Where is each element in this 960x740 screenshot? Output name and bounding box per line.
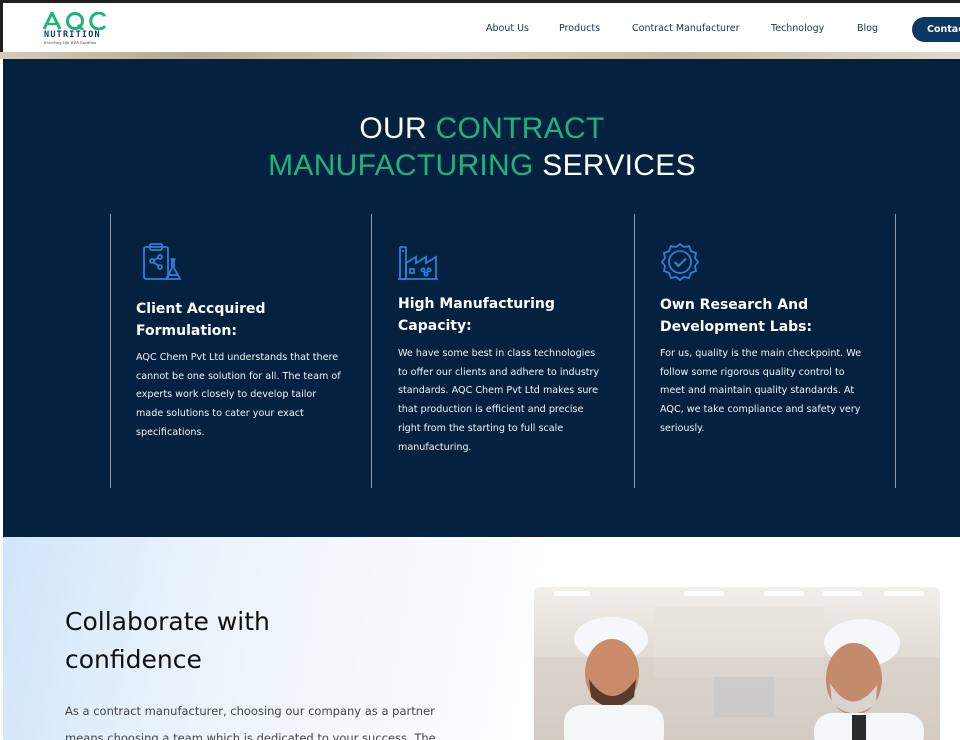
logo-tagline: Enriching Life With Nutrition	[44, 41, 97, 45]
card-text-line: manufacturing.	[398, 441, 472, 453]
nav-technology[interactable]: Technology	[771, 23, 824, 34]
card-text-line: AQC, we take compliance and safety very	[660, 404, 861, 416]
collaborate-heading-line: Collaborate with	[65, 607, 270, 636]
contact-button[interactable]: Contact	[912, 17, 960, 42]
collaborate-text-line: means choosing a team which is dedicated…	[65, 731, 436, 740]
card-text-line: cannot be one solution for all. The team…	[136, 370, 341, 382]
heading-our: OUR	[359, 112, 436, 145]
workers-photo	[534, 587, 940, 740]
card-title-line: Client Accquired	[136, 301, 266, 317]
card-text-line: For us, quality is the main checkpoint. …	[660, 348, 862, 359]
logo-wordmark: NUTRITION	[44, 30, 101, 40]
card-text-line: AQC Chem Pvt Ltd understands that there	[136, 352, 339, 363]
services-heading: OUR CONTRACT MANUFACTURING SERVICES	[4, 110, 960, 184]
collaborate-paragraph: As a contract manufacturer, choosing our…	[65, 698, 475, 740]
card-text-line: standards. AQC Chem Pvt Ltd makes sure	[398, 385, 599, 397]
collaborate-section: Collaborate with confidence As a contrac…	[3, 537, 960, 740]
card-title: Own Research And Development Labs:	[660, 294, 880, 338]
card-description: For us, quality is the main checkpoint. …	[660, 345, 888, 439]
column-divider	[895, 214, 896, 488]
aqc-nutrition-logo[interactable]: NUTRITION Enriching Life With Nutrition	[43, 12, 115, 46]
column-divider	[634, 214, 635, 488]
collaborate-text-line: As a contract manufacturer, choosing our…	[65, 704, 435, 718]
nav-blog[interactable]: Blog	[857, 23, 878, 34]
factory-icon	[398, 246, 438, 280]
card-title-line: High Manufacturing	[398, 296, 555, 312]
heading-contract: CONTRACT	[435, 112, 605, 145]
nav-contract-manufacturer[interactable]: Contract Manufacturer	[632, 23, 740, 34]
card-title-line: Capacity:	[398, 318, 472, 334]
card-text-line: specifications.	[136, 426, 205, 438]
heading-services: SERVICES	[533, 149, 696, 182]
card-description: AQC Chem Pvt Ltd understands that there …	[136, 349, 361, 443]
card-text-line: right from the starting to full scale	[398, 422, 564, 434]
site-header: NUTRITION Enriching Life With Nutrition …	[0, 0, 960, 54]
card-title-line: Own Research And	[660, 297, 809, 313]
card-text-line: meet and maintain quality standards. At	[660, 385, 855, 397]
collaborate-heading: Collaborate with confidence	[65, 603, 270, 679]
collaborate-heading-line: confidence	[65, 645, 202, 674]
aqc-logo-mark	[43, 12, 107, 30]
contract-manufacturing-services-section: OUR CONTRACT MANUFACTURING SERVICES Clie…	[3, 59, 960, 537]
nav-products[interactable]: Products	[559, 23, 600, 34]
card-text-line: seriously.	[660, 422, 705, 434]
lab-clipboard-icon	[143, 243, 182, 280]
column-divider	[371, 214, 372, 488]
card-text-line: made solutions to cater your exact	[136, 408, 304, 420]
quality-badge-icon	[660, 242, 700, 282]
header-image-strip	[0, 52, 960, 59]
card-text-line: follow some rigorous quality control to	[660, 366, 845, 378]
card-text-line: We have some best in class technologies	[398, 348, 596, 359]
card-title-line: Formulation:	[136, 323, 237, 339]
card-text-line: that production is efficient and precise	[398, 404, 584, 416]
card-title: Client Accquired Formulation:	[136, 298, 356, 342]
nav-about-us[interactable]: About Us	[486, 23, 529, 34]
card-text-line: to offer our clients and adhere to indus…	[398, 366, 600, 378]
card-title-line: Development Labs:	[660, 319, 813, 335]
card-text-line: experts work closely to develop tailor	[136, 389, 317, 401]
heading-manufacturing: MANUFACTURING	[268, 149, 534, 182]
card-description: We have some best in class technologies …	[398, 345, 626, 457]
column-divider	[110, 214, 111, 488]
card-title: High Manufacturing Capacity:	[398, 293, 618, 337]
workers-illustration	[534, 591, 940, 740]
